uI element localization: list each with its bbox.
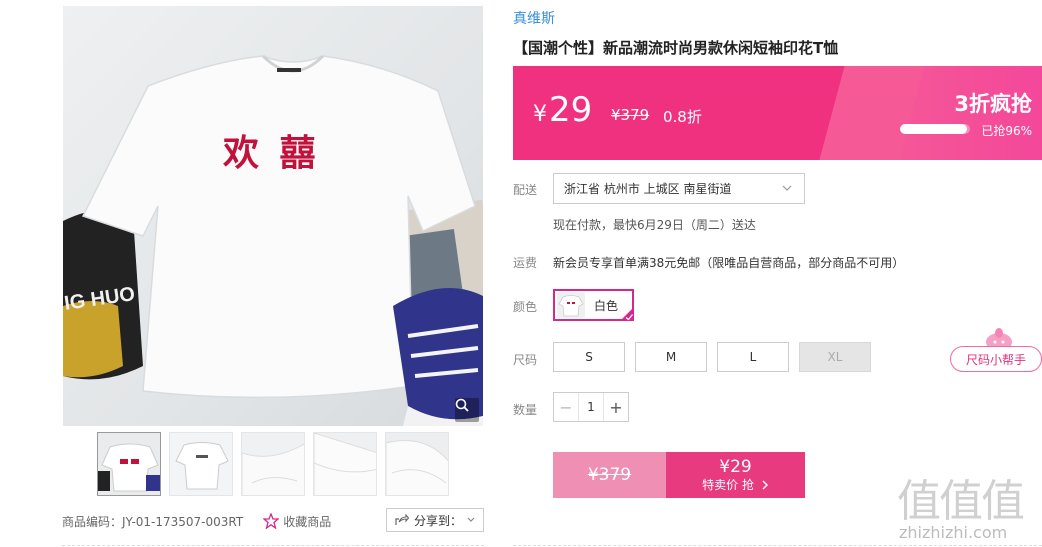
buy-sale-block: ¥29 特卖价 抢	[666, 452, 805, 498]
buy-original-price: ¥379	[553, 452, 666, 498]
thumbnail-image	[170, 433, 232, 495]
size-helper-button[interactable]: 尺码小帮手	[950, 346, 1042, 372]
color-swatch	[557, 292, 585, 318]
caret-down-icon	[467, 517, 475, 522]
sale-price: ¥ 29	[533, 90, 592, 130]
thumbnail-1[interactable]	[97, 432, 161, 496]
product-meta-row: 商品编码：JY-01-173507-003RT 收藏商品 分享到：	[62, 508, 484, 534]
original-price: ¥379	[611, 106, 650, 124]
delivery-label: 配送	[513, 183, 538, 197]
buy-now-button[interactable]: ¥379 ¥29 特卖价 抢	[553, 452, 805, 498]
size-option-m[interactable]: M	[635, 342, 707, 372]
share-button[interactable]: 分享到：	[385, 508, 484, 532]
tshirt-print-text: 欢 囍	[223, 133, 320, 174]
chevron-down-icon	[782, 185, 792, 191]
size-option-s[interactable]: S	[553, 342, 625, 372]
star-icon	[263, 513, 280, 529]
delivery-address-select[interactable]: 浙江省 杭州市 上城区 南星街道	[553, 173, 805, 204]
buy-action-label: 特卖价 抢	[702, 477, 754, 492]
favorite-button[interactable]: 收藏商品	[263, 513, 331, 530]
share-icon	[395, 514, 409, 525]
thumbnail-2[interactable]	[169, 432, 233, 496]
quantity-stepper: − 1 +	[553, 392, 629, 422]
size-option-l[interactable]: L	[717, 342, 789, 372]
divider	[62, 545, 484, 546]
quantity-increase-button[interactable]: +	[604, 393, 628, 421]
tshirt-illustration: IG HUO	[63, 54, 483, 426]
thumbnail-image	[242, 433, 304, 495]
watermark-url: zhizhizhi.com	[899, 523, 1008, 542]
selected-check-icon	[620, 307, 634, 321]
zoom-button[interactable]	[455, 398, 479, 422]
size-label: 尺码	[513, 353, 538, 367]
watermark-logo: 值值值	[897, 476, 1025, 527]
thumbnail-3[interactable]	[241, 432, 305, 496]
product-title: 【国潮个性】新品潮流时尚男款休闲短袖印花T恤	[513, 39, 839, 57]
sold-progress-bar	[900, 124, 970, 134]
discount-label: 0.8折	[663, 108, 702, 126]
watermark: 值值值 zhizhizhi.com	[893, 465, 1038, 545]
thumbnail-strip	[97, 432, 449, 496]
sold-progress-fill	[900, 124, 968, 134]
buy-action: 特卖价 抢	[702, 477, 769, 493]
quantity-label: 数量	[513, 403, 538, 417]
freight-label: 运费	[513, 256, 538, 270]
currency-symbol: ¥	[533, 102, 547, 127]
quantity-decrease-button[interactable]: −	[554, 393, 578, 421]
product-code: 商品编码：JY-01-173507-003RT	[62, 514, 244, 529]
color-label: 颜色	[513, 300, 538, 314]
freight-text: 新会员专享首单满38元免邮（限唯品自营商品，部分商品不可用）	[553, 256, 905, 270]
product-main-image[interactable]: IG HUO 欢 囍	[63, 6, 483, 426]
thumbnail-image	[386, 433, 448, 495]
price-banner: ¥ 29 ¥379 0.8折 3折疯抢 已抢96%	[513, 66, 1042, 160]
sale-price-value: 29	[549, 90, 593, 130]
color-option-white[interactable]: 白色	[553, 289, 634, 321]
flash-sale-title: 3折疯抢	[954, 92, 1032, 116]
color-option-label: 白色	[594, 298, 619, 313]
divider	[513, 545, 1042, 546]
magnifier-icon	[455, 398, 469, 412]
brand-link[interactable]: 真维斯	[513, 8, 555, 28]
color-swatch-image	[557, 292, 585, 318]
sold-percent: 已抢96%	[981, 124, 1032, 138]
chevron-right-icon	[762, 480, 768, 489]
delivery-address: 浙江省 杭州市 上城区 南星街道	[564, 182, 732, 196]
thumbnail-image	[98, 433, 160, 495]
delivery-eta: 现在付款，最快6月29日（周二）送达	[553, 218, 756, 232]
favorite-label: 收藏商品	[283, 514, 332, 529]
thumbnail-5[interactable]	[385, 432, 449, 496]
quantity-input[interactable]: 1	[578, 393, 604, 421]
share-label: 分享到：	[413, 513, 462, 528]
thumbnail-4[interactable]	[313, 432, 377, 496]
buy-sale-price: ¥29	[719, 456, 752, 477]
size-option-xl: XL	[799, 342, 871, 372]
thumbnail-image	[314, 433, 376, 495]
